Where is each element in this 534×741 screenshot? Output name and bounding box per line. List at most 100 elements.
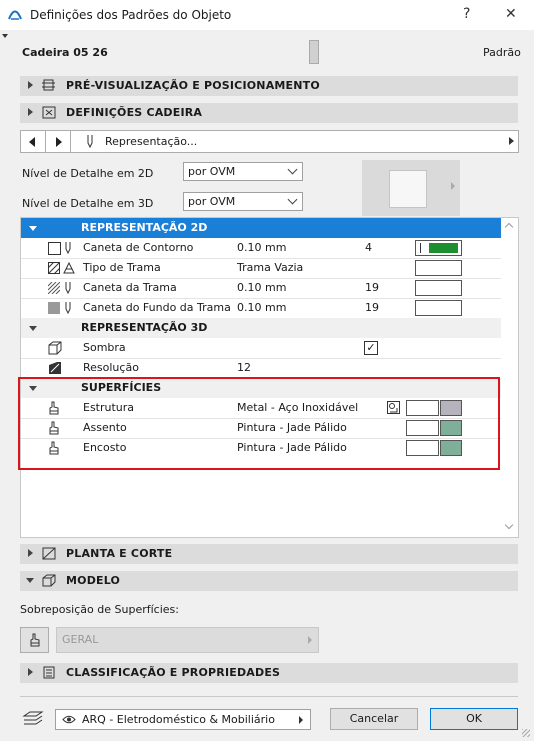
param-name: Caneta de Contorno	[83, 241, 194, 254]
section-label: PRÉ-VISUALIZAÇÃO E POSICIONAMENTO	[66, 79, 320, 92]
chevron-down-icon	[287, 164, 298, 175]
preview-arrow-icon[interactable]	[451, 182, 455, 190]
scroll-down-icon[interactable]	[504, 520, 514, 530]
scroll-up-icon[interactable]	[504, 222, 514, 232]
section-classification[interactable]: CLASSIFICAÇÃO E PROPRIEDADES	[20, 663, 518, 683]
contour-icon	[48, 242, 61, 255]
section-plan-section[interactable]: PLANTA E CORTE	[20, 544, 518, 564]
section-label: PLANTA E CORTE	[66, 547, 173, 560]
title-bar: Definições dos Padrões do Objeto ? ✕	[0, 0, 534, 30]
param-row[interactable]: Tipo de Trama Trama Vazia	[21, 258, 501, 278]
next-page-button[interactable]	[46, 131, 71, 152]
expand-icon	[28, 549, 33, 557]
param-value[interactable]: 0.10 mm	[237, 241, 286, 254]
param-value[interactable]: Trama Vazia	[237, 261, 303, 274]
arrow-left-icon	[29, 137, 35, 147]
layer-select[interactable]: ARQ - Eletrodoméstico & Mobiliário	[55, 709, 311, 730]
shadow-cube-icon	[48, 341, 62, 355]
surface-overlay-select[interactable]: GERAL	[56, 627, 319, 653]
param-row[interactable]: Caneta da Trama 0.10 mm 19	[21, 278, 501, 298]
eye-icon	[62, 715, 76, 724]
resolution-icon	[49, 362, 61, 374]
settings-icon	[42, 106, 56, 119]
select-value: por OVM	[188, 195, 236, 208]
page-select[interactable]: Representação...	[105, 135, 197, 148]
archicad-app-icon	[8, 10, 22, 20]
section-label: CLASSIFICAÇÃO E PROPRIEDADES	[66, 666, 281, 679]
fill-swatch[interactable]	[415, 260, 462, 276]
pen-icon	[65, 282, 71, 295]
surface-overlay-label: Sobreposição de Superfícies:	[20, 603, 179, 616]
param-value[interactable]: 12	[237, 361, 251, 374]
model-cube-icon	[42, 574, 56, 587]
ok-button[interactable]: OK	[430, 708, 518, 730]
panel-marker-icon	[2, 34, 8, 38]
pen-color-swatch[interactable]	[415, 300, 462, 316]
param-row[interactable]: Caneta do Fundo da Trama 0.10 mm 19	[21, 298, 501, 318]
group-representation-3d[interactable]: REPRESENTAÇÃO 3D	[21, 318, 501, 338]
mode-label: Padrão	[483, 46, 521, 59]
pen-number[interactable]: 4	[365, 241, 372, 254]
group-representation-2d[interactable]: REPRESENTAÇÃO 2D	[21, 218, 501, 238]
section-label: DEFINIÇÕES CADEIRA	[66, 106, 203, 119]
pen-icon	[65, 302, 71, 315]
param-row[interactable]: Caneta de Contorno 0.10 mm 4	[21, 238, 501, 258]
resize-grip[interactable]	[522, 729, 530, 737]
group-title: REPRESENTAÇÃO 2D	[81, 221, 208, 234]
help-button[interactable]: ?	[463, 6, 470, 22]
pen-icon	[65, 242, 71, 255]
pen-color-swatch[interactable]	[415, 240, 462, 256]
surface-overlay-button[interactable]	[20, 627, 49, 653]
detail-3d-select[interactable]: por OVM	[183, 192, 303, 211]
cancel-button[interactable]: Cancelar	[330, 708, 418, 730]
scrollbar[interactable]	[502, 218, 518, 537]
select-arrow-icon	[308, 636, 312, 644]
detail-2d-select[interactable]: por OVM	[183, 162, 303, 181]
param-name: Resolução	[83, 361, 139, 374]
param-value[interactable]: 0.10 mm	[237, 281, 286, 294]
expand-icon	[28, 668, 33, 676]
group-title: REPRESENTAÇÃO 3D	[81, 321, 208, 334]
shadow-checkbox[interactable]: ✓	[364, 341, 378, 355]
param-name: Caneta da Trama	[83, 281, 177, 294]
section-model[interactable]: MODELO	[20, 571, 518, 591]
preview-thumbnail[interactable]	[362, 160, 460, 216]
pen-color-swatch[interactable]	[415, 280, 462, 296]
select-arrow-icon	[299, 716, 303, 724]
footer-divider	[20, 696, 518, 697]
param-row[interactable]: Sombra ✓	[21, 338, 501, 358]
section-chair-settings[interactable]: DEFINIÇÕES CADEIRA	[20, 103, 518, 123]
highlight-box	[18, 377, 500, 470]
collapse-icon	[29, 226, 37, 231]
parameter-list: REPRESENTAÇÃO 2D Caneta de Contorno 0.10…	[18, 217, 519, 538]
expand-icon	[28, 81, 33, 89]
pen-icon	[87, 135, 93, 149]
close-button[interactable]: ✕	[505, 6, 517, 22]
page-menu-arrow-icon[interactable]	[509, 137, 514, 145]
hatch-pen-icon	[48, 282, 60, 294]
arrow-right-icon	[56, 137, 62, 147]
background-pen-icon	[48, 302, 60, 314]
previous-page-button[interactable]	[21, 131, 46, 152]
detail-2d-label: Nível de Detalhe em 2D	[22, 167, 154, 180]
plan-section-icon	[42, 547, 56, 560]
param-row[interactable]: Resolução 12	[21, 358, 501, 378]
select-value: por OVM	[188, 165, 236, 178]
pen-number[interactable]: 19	[365, 281, 379, 294]
param-name: Sombra	[83, 341, 126, 354]
select-value: GERAL	[62, 633, 99, 646]
section-preview[interactable]: PRÉ-VISUALIZAÇÃO E POSICIONAMENTO	[20, 76, 518, 96]
expand-icon	[28, 108, 33, 116]
layer-stack-icon	[22, 711, 44, 725]
select-value: ARQ - Eletrodoméstico & Mobiliário	[82, 713, 275, 726]
splitter-handle[interactable]	[309, 40, 319, 64]
param-value[interactable]: 0.10 mm	[237, 301, 286, 314]
swatch-divider	[420, 243, 421, 253]
pen-number[interactable]: 19	[365, 301, 379, 314]
page-navigator: Representação...	[20, 130, 519, 153]
preview-position-icon	[42, 79, 55, 91]
classification-icon	[43, 666, 55, 679]
object-name: Cadeira 05 26	[22, 46, 108, 59]
chevron-down-icon	[287, 194, 298, 205]
fill-type-icon	[63, 262, 75, 274]
